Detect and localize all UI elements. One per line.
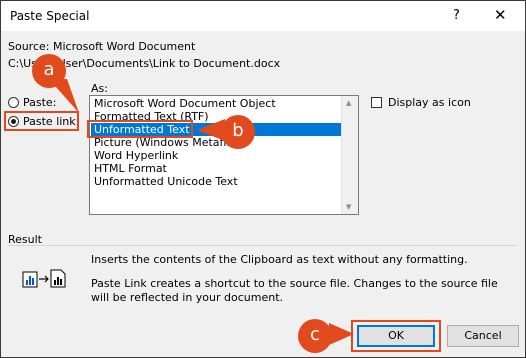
title-bar: Paste Special ? ✕ xyxy=(1,1,525,31)
scroll-up-icon[interactable]: ▲ xyxy=(346,99,351,107)
list-item[interactable]: HTML Format xyxy=(91,162,342,175)
scroll-down-icon[interactable]: ▼ xyxy=(346,203,351,211)
source-value: Microsoft Word Document xyxy=(53,40,196,53)
list-item[interactable]: Microsoft Word Document Object xyxy=(91,97,342,110)
list-item[interactable]: Word Hyperlink xyxy=(91,149,342,162)
display-as-icon-option[interactable]: Display as icon xyxy=(371,96,471,109)
callout-c-pointer xyxy=(329,323,354,345)
paste-radio-icon[interactable] xyxy=(8,97,19,108)
as-label: As: xyxy=(91,82,108,95)
result-description: Inserts the contents of the Clipboard as… xyxy=(91,253,468,266)
ok-button[interactable]: OK xyxy=(357,325,435,347)
as-listbox[interactable]: Microsoft Word Document Object Formatted… xyxy=(89,95,359,215)
paste-link-description: Paste Link creates a shortcut to the sou… xyxy=(91,277,498,304)
paste-link-result-icon xyxy=(22,269,66,288)
dialog-title: Paste Special xyxy=(10,9,90,23)
close-icon[interactable]: ✕ xyxy=(494,6,507,24)
cancel-button[interactable]: Cancel xyxy=(447,325,519,347)
list-scrollbar[interactable]: ▲ ▼ xyxy=(341,96,358,214)
unformatted-text-highlight xyxy=(87,120,193,138)
display-as-icon-checkbox[interactable] xyxy=(371,97,382,108)
display-as-icon-label: Display as icon xyxy=(388,96,471,109)
callout-c: c xyxy=(298,319,332,353)
source-label: Source: xyxy=(8,40,50,53)
help-icon[interactable]: ? xyxy=(453,8,460,23)
paste-special-dialog: Paste Special ? ✕ Source: Microsoft Word… xyxy=(0,0,526,358)
source-line: Source: Microsoft Word Document xyxy=(8,40,195,53)
list-item[interactable]: Unformatted Unicode Text xyxy=(91,175,342,188)
callout-a: a xyxy=(32,54,66,88)
callout-b: b xyxy=(221,115,255,149)
